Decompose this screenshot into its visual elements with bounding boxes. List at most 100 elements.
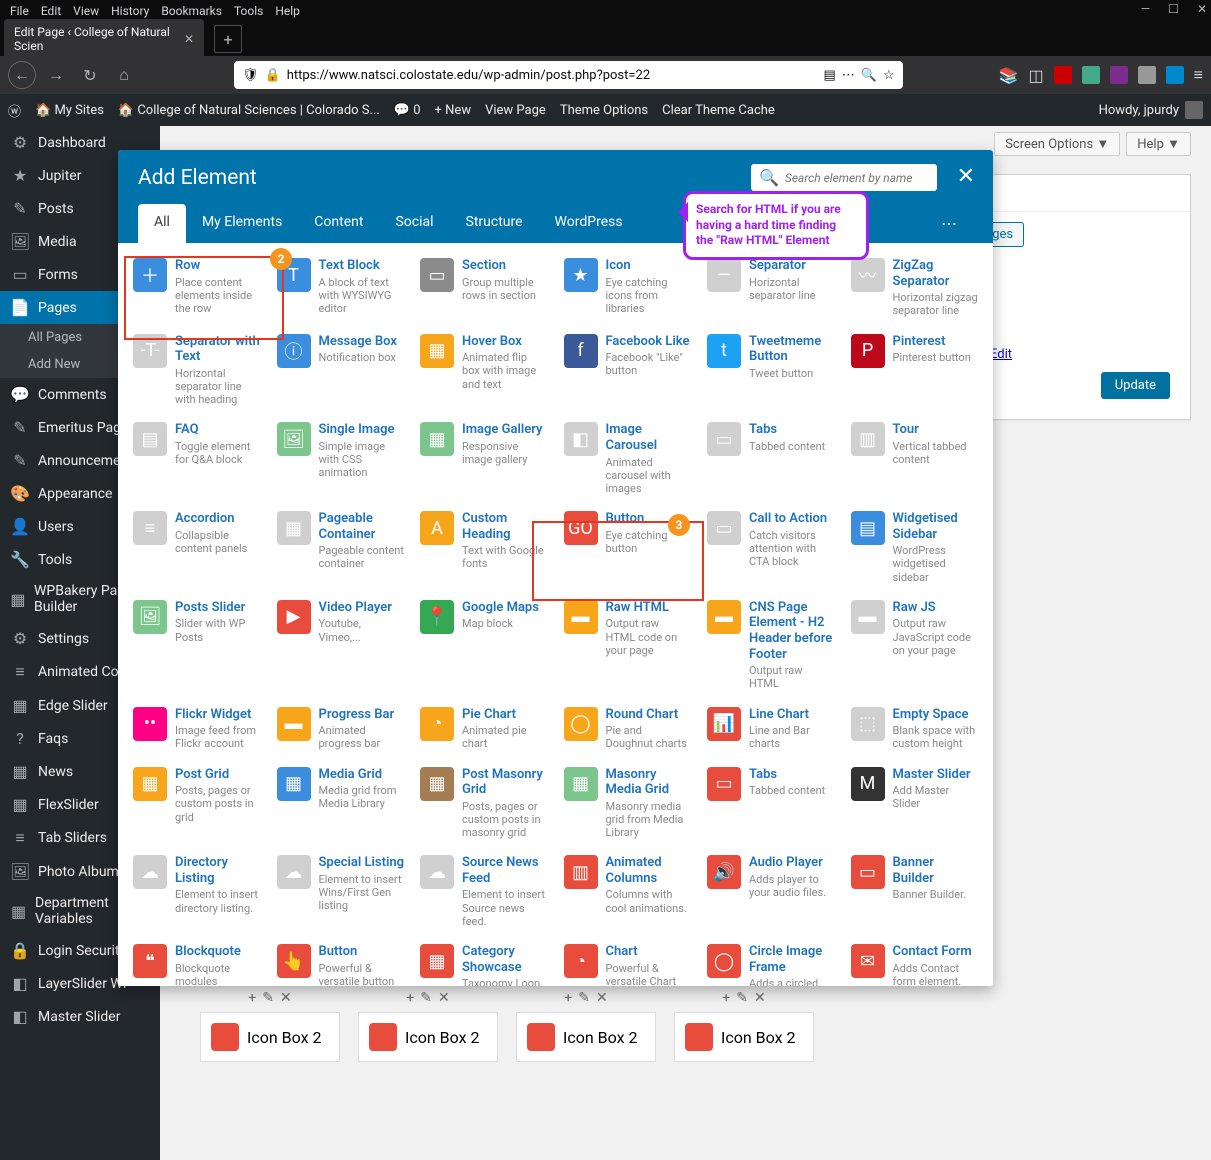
element-icon[interactable]: ★IconEye catching icons from libraries (557, 251, 699, 325)
reload-button[interactable]: ↻ (76, 61, 104, 89)
element-progress-bar[interactable]: ▬Progress BarAnimated progress bar (270, 700, 412, 758)
element-image-gallery[interactable]: ▦Image GalleryResponsive image gallery (413, 415, 555, 502)
bookmark-star-icon[interactable]: ☆ (883, 68, 895, 83)
home-button[interactable]: ⌂ (110, 61, 138, 89)
element-animated-columns[interactable]: ▥Animated ColumnsColumns with cool anima… (557, 848, 699, 935)
avatar[interactable] (1185, 101, 1203, 119)
element-directory-listing[interactable]: ☁Directory ListingElement to insert dire… (126, 848, 268, 935)
element-pinterest[interactable]: PPinterestPinterest button (844, 327, 986, 414)
element-banner-builder[interactable]: ▭Banner BuilderBanner Builder. (844, 848, 986, 935)
menu-tools[interactable]: Tools (234, 4, 263, 18)
element-tabs[interactable]: ▭TabsTabbed content (700, 760, 842, 847)
element-faq[interactable]: ▤FAQToggle element for Q&A block (126, 415, 268, 502)
element-message-box[interactable]: ⓘMessage BoxNotification box (270, 327, 412, 414)
clear-cache-link[interactable]: Clear Theme Cache (662, 103, 775, 118)
element-audio-player[interactable]: 🔊Audio PlayerAdds player to your audio f… (700, 848, 842, 935)
icon-box[interactable]: Icon Box 2 (674, 1012, 814, 1062)
ext-onenote-icon[interactable] (1110, 66, 1128, 84)
wp-logo-icon[interactable]: ⓦ (8, 101, 21, 120)
modal-close-button[interactable]: ✕ (957, 164, 975, 189)
ext-2-icon[interactable] (1082, 66, 1100, 84)
theme-options-link[interactable]: Theme Options (560, 103, 648, 118)
maximize-icon[interactable]: ☐ (1168, 2, 1179, 16)
element-accordion[interactable]: ≡AccordionCollapsible content panels (126, 504, 268, 591)
menu-help[interactable]: Help (275, 4, 300, 18)
back-button[interactable]: ← (8, 61, 36, 89)
menu-bookmarks[interactable]: Bookmarks (161, 4, 222, 18)
element-cns-page-element-h2-header-before-footer[interactable]: ▬CNS Page Element - H2 Header before Foo… (700, 593, 842, 698)
element-section[interactable]: ▭SectionGroup multiple rows in section (413, 251, 555, 325)
reader-icon[interactable]: ▤ (823, 68, 835, 83)
sidebar-icon[interactable]: ◫ (1029, 66, 1044, 85)
sidebar-item-master-slider[interactable]: ◧Master Slider (0, 1000, 160, 1033)
tab-social[interactable]: Social (379, 204, 449, 243)
site-link[interactable]: 🏠 College of Natural Sciences | Colorado… (118, 103, 380, 118)
delete-icon[interactable]: ✕ (280, 990, 292, 1006)
element-flickr-widget[interactable]: ••Flickr WidgetImage feed from Flickr ac… (126, 700, 268, 758)
element-special-listing[interactable]: ☁Special ListingElement to insert Wins/F… (270, 848, 412, 935)
element-line-chart[interactable]: 📊Line ChartLine and Bar charts (700, 700, 842, 758)
element-posts-slider[interactable]: 🖼Posts SliderSlider with WP Posts (126, 593, 268, 698)
element-pie-chart[interactable]: ◔Pie ChartAnimated pie chart (413, 700, 555, 758)
element-tour[interactable]: ▥TourVertical tabbed content (844, 415, 986, 502)
element-separator[interactable]: —SeparatorHorizontal separator line (700, 251, 842, 325)
element-tweetmeme-button[interactable]: tTweetmeme ButtonTweet button (700, 327, 842, 414)
hamburger-menu-icon[interactable]: ≡ (1194, 65, 1203, 85)
browser-tab[interactable]: Edit Page ‹ College of Natural Scien ✕ (4, 19, 204, 59)
menu-view[interactable]: View (73, 4, 99, 18)
add-icon[interactable]: + (248, 990, 256, 1006)
element-post-masonry-grid[interactable]: ▦Post Masonry GridPosts, pages or custom… (413, 760, 555, 847)
edit-icon[interactable]: ✎ (262, 990, 274, 1006)
new-link[interactable]: + New (435, 103, 472, 118)
element-tabs[interactable]: ▭TabsTabbed content (700, 415, 842, 502)
tab-structure[interactable]: Structure (450, 204, 539, 243)
element-category-showcase[interactable]: ▦Category ShowcaseTaxonomy Loop for post… (413, 937, 555, 986)
element-single-image[interactable]: 🖼Single ImageSimple image with CSS anima… (270, 415, 412, 502)
icon-box[interactable]: Icon Box 2 (516, 1012, 656, 1062)
search-icon[interactable]: 🔍 (861, 68, 877, 83)
element-hover-box[interactable]: ▦Hover BoxAnimated flip box with image a… (413, 327, 555, 414)
element-contact-form[interactable]: ✉Contact FormAdds Contact form element. (844, 937, 986, 986)
element-button[interactable]: 👆ButtonPowerful & versatile button short… (270, 937, 412, 986)
element-image-carousel[interactable]: ◧Image CarouselAnimated carousel with im… (557, 415, 699, 502)
my-sites-link[interactable]: 🏠 My Sites (35, 103, 104, 118)
minimize-icon[interactable]: — (1141, 2, 1150, 16)
page-actions-icon[interactable]: ⋯ (842, 68, 855, 83)
element-facebook-like[interactable]: fFacebook LikeFacebook "Like" button (557, 327, 699, 414)
tab-my-elements[interactable]: My Elements (186, 204, 298, 243)
icon-box[interactable]: Icon Box 2 (200, 1012, 340, 1062)
screen-options-button[interactable]: Screen Options ▼ (994, 132, 1120, 156)
element-source-news-feed[interactable]: ☁Source News FeedElement to insert Sourc… (413, 848, 555, 935)
element-zigzag-separator[interactable]: 〰ZigZag SeparatorHorizontal zigzag separ… (844, 251, 986, 325)
element-chart[interactable]: ◔ChartPowerful & versatile Chart element… (557, 937, 699, 986)
element-post-grid[interactable]: ▦Post GridPosts, pages or custom posts i… (126, 760, 268, 847)
ext-adblock-icon[interactable] (1054, 66, 1072, 84)
element-pageable-container[interactable]: ▦Pageable ContainerPageable content cont… (270, 504, 412, 591)
menu-file[interactable]: File (10, 4, 29, 18)
element-blockquote[interactable]: ❝BlockquoteBlockquote modules (126, 937, 268, 986)
element-widgetised-sidebar[interactable]: ▤Widgetised SidebarWordPress widgetised … (844, 504, 986, 591)
menu-history[interactable]: History (111, 4, 149, 18)
tab-close-icon[interactable]: ✕ (184, 32, 194, 46)
element-google-maps[interactable]: 📍Google MapsMap block (413, 593, 555, 698)
url-bar[interactable]: 🛡 🔒 https://www.natsci.colostate.edu/wp-… (234, 61, 903, 89)
comments-link[interactable]: 💬 0 (394, 103, 421, 118)
tab-all[interactable]: All (138, 204, 186, 243)
tab-content[interactable]: Content (298, 204, 379, 243)
close-icon[interactable]: ✕ (1197, 2, 1207, 16)
help-button[interactable]: Help ▼ (1126, 132, 1191, 156)
ext-4-icon[interactable] (1138, 66, 1156, 84)
element-media-grid[interactable]: ▦Media GridMedia grid from Media Library (270, 760, 412, 847)
edit-date-link[interactable]: Edit (990, 347, 1012, 362)
ext-pocket-icon[interactable] (1166, 66, 1184, 84)
icon-box[interactable]: Icon Box 2 (358, 1012, 498, 1062)
library-icon[interactable]: 📚 (999, 66, 1019, 85)
update-button[interactable]: Update (1101, 372, 1170, 399)
element-masonry-media-grid[interactable]: ▦Masonry Media GridMasonry media grid fr… (557, 760, 699, 847)
element-master-slider[interactable]: MMaster SliderAdd Master Slider (844, 760, 986, 847)
forward-button[interactable]: → (42, 61, 70, 89)
element-raw-html[interactable]: ▬Raw HTMLOutput raw HTML code on your pa… (557, 593, 699, 698)
element-call-to-action[interactable]: ▭Call to ActionCatch visitors attention … (700, 504, 842, 591)
tab-wordpress[interactable]: WordPress (539, 204, 639, 243)
view-page-link[interactable]: View Page (485, 103, 546, 118)
